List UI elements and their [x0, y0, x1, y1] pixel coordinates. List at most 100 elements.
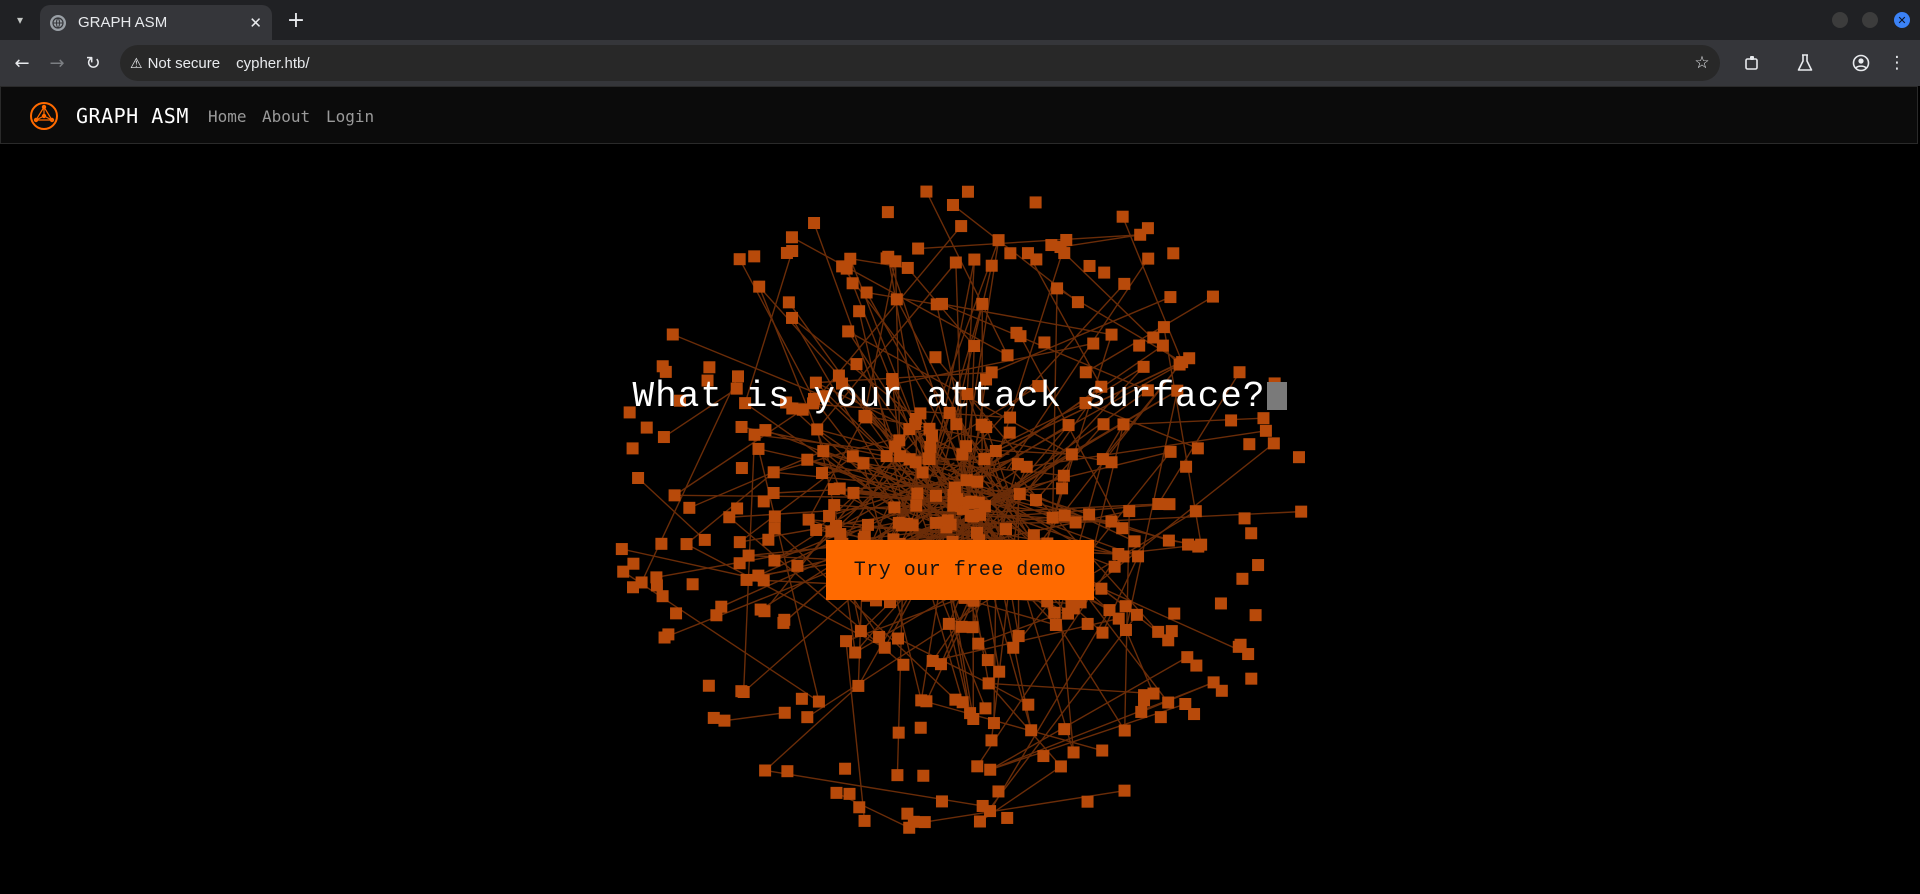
graph-node: [926, 654, 939, 667]
graph-node: [632, 472, 645, 485]
hero-heading-text: What is your attack surface?: [632, 376, 1266, 417]
forward-arrow-icon[interactable]: →: [45, 51, 69, 75]
window-close-button[interactable]: ✕: [1894, 12, 1910, 28]
graph-node: [1190, 659, 1203, 672]
graph-node: [1154, 711, 1167, 724]
graph-node: [737, 686, 750, 699]
profile-avatar-icon[interactable]: [1849, 51, 1873, 75]
graph-node: [759, 764, 772, 777]
graph-node: [1134, 228, 1147, 241]
graph-node: [1163, 498, 1176, 511]
graph-node: [906, 519, 919, 532]
hero-heading: What is your attack surface?: [0, 376, 1920, 417]
graph-node: [1117, 418, 1130, 431]
graph-node: [857, 457, 870, 470]
graph-node: [970, 526, 983, 539]
network-graph-background: [615, 185, 1308, 834]
graph-node: [1215, 684, 1228, 697]
graph-node: [929, 351, 942, 364]
bookmark-star-icon[interactable]: ☆: [1690, 51, 1714, 75]
graph-node: [911, 487, 924, 500]
graph-node: [1123, 505, 1136, 518]
graph-node: [1096, 626, 1109, 639]
graph-node: [948, 481, 961, 494]
graph-node: [731, 502, 744, 515]
warning-icon: ⚠: [130, 54, 143, 71]
site-brand[interactable]: GRAPH ASM: [76, 104, 189, 128]
graph-node: [1236, 572, 1249, 585]
graph-node: [1083, 508, 1096, 521]
graph-node: [1022, 698, 1035, 711]
tab-close-icon[interactable]: ✕: [249, 14, 262, 32]
window-maximize-button[interactable]: [1862, 12, 1878, 28]
graph-node: [1098, 266, 1111, 279]
browser-tab-active[interactable]: GRAPH ASM ✕: [40, 5, 272, 40]
graph-node: [1164, 291, 1177, 304]
graph-edge: [724, 712, 785, 722]
graph-node: [1180, 460, 1193, 473]
graph-node: [781, 765, 794, 778]
graph-node: [852, 679, 865, 692]
graph-node: [917, 769, 930, 782]
extensions-icon[interactable]: [1740, 51, 1764, 75]
graph-node: [801, 453, 814, 466]
graph-node: [718, 714, 731, 727]
graph-node: [984, 805, 997, 818]
graph-node: [828, 499, 841, 512]
back-arrow-icon[interactable]: ←: [10, 51, 34, 75]
security-label: Not secure: [147, 54, 221, 72]
graph-node: [1214, 597, 1227, 610]
graph-node: [767, 466, 780, 479]
graph-node: [1267, 437, 1280, 450]
graph-node: [1292, 451, 1305, 464]
graph-node: [1105, 328, 1118, 341]
graph-node: [992, 234, 1005, 247]
graph-node: [961, 185, 974, 198]
graph-node: [1029, 196, 1042, 209]
graph-node: [1081, 795, 1094, 808]
graph-node: [668, 489, 681, 502]
nav-link-about[interactable]: About: [262, 107, 310, 126]
graph-node: [733, 253, 746, 266]
graph-node: [748, 250, 761, 263]
window-minimize-button[interactable]: [1832, 12, 1848, 28]
graph-node: [918, 816, 931, 829]
graph-node: [1135, 705, 1148, 718]
graph-node: [768, 522, 781, 535]
security-indicator[interactable]: ⚠ Not secure: [130, 55, 220, 72]
nav-link-home[interactable]: Home: [208, 107, 247, 126]
graph-node: [843, 787, 856, 800]
graph-node: [655, 537, 668, 550]
graph-node: [1046, 511, 1059, 524]
graph-node: [861, 518, 874, 531]
nav-link-login[interactable]: Login: [326, 107, 374, 126]
graph-node: [1191, 442, 1204, 455]
graph-node: [640, 421, 653, 434]
reload-icon[interactable]: ↻: [81, 51, 105, 75]
graph-node: [916, 466, 929, 479]
graph-node: [1030, 253, 1043, 266]
graph-node: [941, 514, 954, 527]
browser-menu-icon[interactable]: ⋮: [1885, 51, 1909, 75]
tab-search-chevron-icon[interactable]: ▾: [6, 8, 34, 32]
graph-node: [810, 523, 823, 536]
graph-node: [981, 654, 994, 667]
graph-node: [846, 277, 859, 290]
graph-node: [985, 734, 998, 747]
url-text[interactable]: cypher.htb/: [236, 55, 309, 72]
graph-node: [1004, 247, 1017, 260]
graph-node: [950, 418, 963, 431]
address-bar[interactable]: ⚠ Not secure cypher.htb/: [120, 45, 1720, 81]
graph-logo-icon[interactable]: [29, 101, 59, 131]
graph-node: [890, 293, 903, 306]
graph-node: [1179, 698, 1192, 711]
graph-node: [703, 361, 716, 374]
graph-node: [733, 536, 746, 549]
graph-node: [987, 717, 1000, 730]
new-tab-button[interactable]: +: [282, 6, 310, 34]
free-demo-button[interactable]: Try our free demo: [826, 540, 1094, 600]
labs-flask-icon[interactable]: [1793, 51, 1817, 75]
graph-edge: [1123, 417, 1264, 426]
graph-node: [778, 613, 791, 626]
graph-node: [967, 510, 980, 523]
